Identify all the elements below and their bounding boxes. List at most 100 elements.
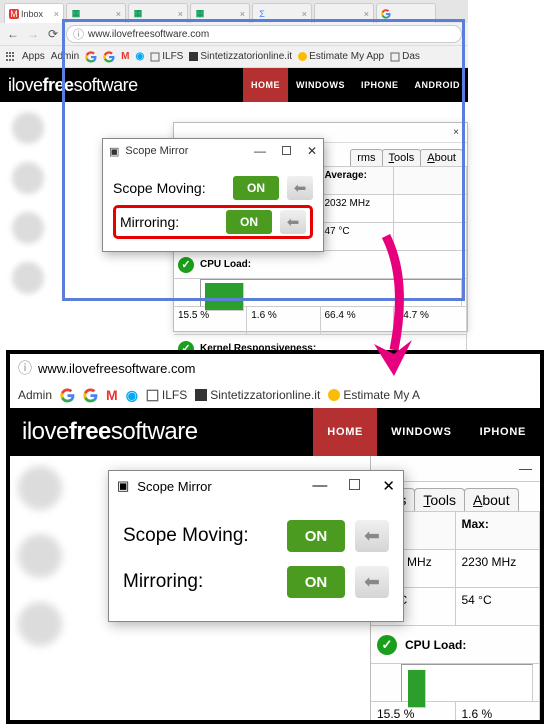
arrow-left-icon[interactable]: ⬅ — [280, 210, 306, 234]
mirroring-toggle[interactable]: ON — [226, 210, 272, 234]
site-logo[interactable]: ilovefreesoftware — [22, 418, 198, 446]
address-bar[interactable]: ⓘ www.ilovefreesoftware.com — [66, 25, 462, 43]
bookmark-ilfs[interactable]: ILFS — [150, 51, 183, 62]
chrome-icon[interactable]: ◉ — [136, 51, 145, 62]
scope-moving-toggle[interactable]: ON — [287, 520, 345, 552]
gmail-icon: M — [9, 9, 19, 19]
maximize-button[interactable] — [282, 144, 291, 158]
cell: 2230 MHz — [456, 550, 541, 588]
cell: 1.6 % — [456, 702, 541, 724]
maximize-button[interactable] — [349, 477, 360, 495]
cell: 15.5 % — [174, 307, 247, 335]
bookmark-admin[interactable]: Admin — [51, 51, 79, 62]
site-menu: HOME WINDOWS IPHONE — [313, 408, 540, 456]
arrow-left-icon[interactable]: ⬅ — [287, 176, 313, 200]
close-button[interactable]: ✕ — [307, 144, 317, 158]
cell: 15.5 % — [371, 702, 456, 724]
scope-moving-toggle[interactable]: ON — [233, 176, 279, 200]
bookmark-estimate[interactable]: Estimate My App — [298, 51, 384, 62]
scope-mirror-dialog: ▣ Scope Mirror — ✕ Scope Moving: ON ⬅ Mi… — [108, 470, 404, 622]
tab-rms[interactable]: rms — [350, 149, 382, 166]
browser-tab-blank[interactable]: × — [314, 3, 374, 23]
mirroring-row: Mirroring: ON ⬅ — [123, 559, 389, 605]
info-icon[interactable]: ⓘ — [73, 26, 84, 42]
apps-label[interactable]: Apps — [22, 51, 45, 62]
bookmark-admin[interactable]: Admin — [18, 388, 52, 402]
chrome-icon[interactable]: ◉ — [126, 387, 138, 404]
bookmark-ilfs[interactable]: ILFS — [146, 388, 187, 402]
close-icon[interactable]: × — [240, 9, 245, 19]
minimize-button[interactable]: — — [312, 477, 327, 495]
browser-tab-inbox[interactable]: MInbox× — [4, 3, 64, 23]
reload-button[interactable]: ⟳ — [46, 27, 60, 41]
blurred-sidebar — [10, 456, 110, 724]
menu-iphone[interactable]: IPHONE — [353, 68, 407, 102]
dialog-titlebar[interactable]: ▣ Scope Mirror — ✕ — [103, 139, 323, 163]
bookmark-sint[interactable]: Sintetizzatorionline.it — [195, 388, 320, 402]
page-content: — rms Tools About Min: Max: 2026 MHz 223… — [10, 456, 540, 724]
tab-tools[interactable]: Tools — [382, 149, 422, 166]
menu-android[interactable]: ANDROID — [407, 68, 469, 102]
menu-home[interactable]: HOME — [313, 408, 377, 456]
cell: 1.6 % — [247, 307, 320, 335]
arrow-left-icon[interactable]: ⬅ — [355, 566, 389, 598]
forward-button[interactable]: → — [26, 27, 40, 41]
tab-tools[interactable]: Tools — [414, 488, 465, 511]
browser-tab-strip: MInbox× ▦× ▦× ▦× Σ× × — [0, 0, 468, 23]
close-icon[interactable]: × — [54, 9, 59, 19]
close-icon[interactable]: × — [178, 9, 183, 19]
scope-moving-label: Scope Moving: — [123, 525, 277, 547]
browser-tab-google[interactable] — [376, 3, 436, 23]
address-bar[interactable]: ⓘ www.ilovefreesoftware.com — [10, 354, 540, 382]
google-icon[interactable] — [83, 388, 98, 403]
menu-home[interactable]: HOME — [243, 68, 288, 102]
browser-tab-sheet[interactable]: ▦× — [190, 3, 250, 23]
menu-windows[interactable]: WINDOWS — [377, 408, 466, 456]
back-button[interactable]: ← — [6, 27, 20, 41]
close-button[interactable]: ✕ — [382, 477, 395, 495]
sigma-icon: Σ — [257, 9, 267, 19]
menu-windows[interactable]: WINDOWS — [288, 68, 353, 102]
menu-iphone[interactable]: IPHONE — [466, 408, 540, 456]
info-icon[interactable]: ⓘ — [18, 358, 32, 378]
arrow-left-icon[interactable]: ⬅ — [355, 520, 389, 552]
cell: 54 °C — [456, 588, 541, 626]
google-icon[interactable] — [103, 51, 115, 63]
bookmark-dash[interactable]: Das — [390, 51, 420, 62]
mirroring-row: Mirroring: ON ⬅ — [113, 205, 313, 239]
dialog-titlebar[interactable]: ▣ Scope Mirror — ✕ — [109, 471, 403, 501]
tab-about[interactable]: About — [464, 488, 519, 511]
close-icon[interactable]: × — [364, 9, 369, 19]
gmail-icon[interactable]: M — [121, 51, 129, 62]
google-icon[interactable] — [60, 388, 75, 403]
tab-about[interactable]: About — [420, 149, 463, 166]
annotation-arrow — [350, 230, 430, 385]
scope-moving-row: Scope Moving: ON ⬅ — [123, 513, 389, 559]
bookmark-sint[interactable]: Sintetizzatorionline.it — [189, 51, 292, 62]
col-avg: Average: — [321, 167, 394, 195]
site-header: ilovefreesoftware HOME WINDOWS IPHONE — [10, 408, 540, 456]
mirroring-toggle[interactable]: ON — [287, 566, 345, 598]
minimize-button[interactable]: — — [254, 144, 266, 158]
gmail-icon[interactable]: M — [106, 387, 118, 403]
cell: 2032 MHz — [321, 195, 394, 223]
minimize-icon[interactable]: — — [519, 461, 532, 476]
sheets-icon: ▦ — [71, 9, 81, 19]
site-header: ilovefreesoftware HOME WINDOWS IPHONE AN… — [0, 68, 468, 102]
check-icon: ✓ — [377, 635, 397, 655]
apps-icon[interactable] — [6, 52, 16, 62]
google-icon[interactable] — [85, 51, 97, 63]
app-icon: ▣ — [117, 478, 129, 494]
browser-tab-sheet[interactable]: ▦× — [66, 3, 126, 23]
mirroring-label: Mirroring: — [120, 214, 218, 230]
blur-avatar — [12, 162, 44, 194]
close-icon[interactable]: × — [116, 9, 121, 19]
scope-moving-row: Scope Moving: ON ⬅ — [113, 171, 313, 205]
close-icon[interactable]: × — [453, 127, 459, 138]
bookmark-estimate[interactable]: Estimate My A — [328, 388, 420, 402]
browser-tab-sigma[interactable]: Σ× — [252, 3, 312, 23]
site-logo[interactable]: ilovefreesoftware — [8, 75, 138, 96]
close-icon[interactable]: × — [302, 9, 307, 19]
browser-tab-sheet[interactable]: ▦× — [128, 3, 188, 23]
bookmark-bar: Apps Admin M ◉ ILFS Sintetizzatorionline… — [0, 46, 468, 68]
